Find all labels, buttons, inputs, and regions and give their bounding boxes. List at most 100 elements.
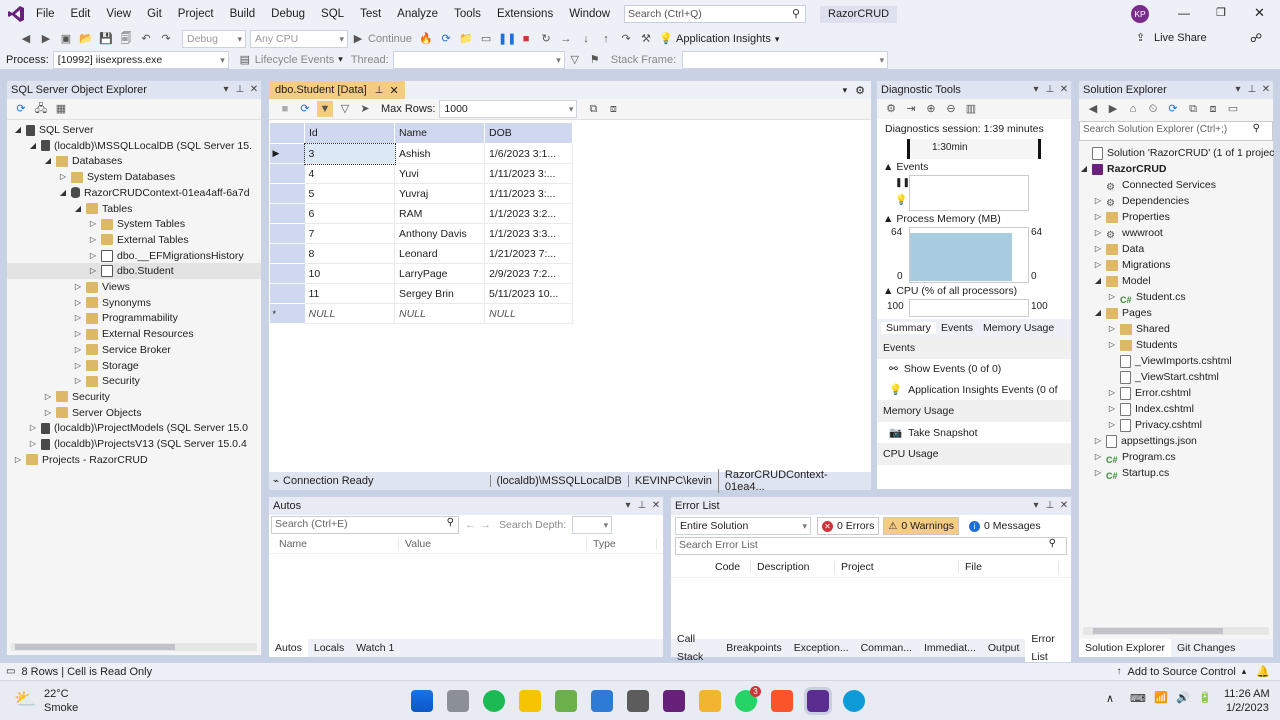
table-cell[interactable]: 5 bbox=[304, 183, 395, 204]
table-row[interactable]: 5 Yuvraj 1/11/2023 3:... bbox=[269, 183, 573, 204]
script-to-window-icon[interactable]: ⧈ bbox=[605, 101, 621, 117]
row-header[interactable] bbox=[269, 183, 305, 204]
tab-call-stack[interactable]: Call Stack bbox=[671, 630, 720, 666]
close-icon[interactable]: ✕ bbox=[1254, 5, 1265, 21]
hot-reload-icon[interactable]: 🔥 bbox=[418, 31, 434, 47]
expanded-arrow-icon[interactable]: ◢ bbox=[1079, 161, 1089, 177]
tree-node[interactable]: ▷ External Tables bbox=[88, 232, 189, 248]
expanded-arrow-icon[interactable]: ◢ bbox=[13, 122, 23, 138]
collapsed-arrow-icon[interactable]: ▷ bbox=[73, 279, 83, 295]
gear-icon[interactable]: ⚙ bbox=[855, 84, 865, 97]
zoom-in-icon[interactable]: ⊕ bbox=[923, 101, 939, 117]
tree-node[interactable]: ▷ dbo.__EFMigrationsHistory bbox=[88, 248, 244, 264]
tree-node[interactable]: ▷ dbo.Student bbox=[7, 263, 261, 280]
row-header[interactable]: * bbox=[269, 303, 305, 324]
tree-node[interactable]: ◢ RazorCRUD bbox=[1079, 161, 1167, 177]
menu-item-view[interactable]: View bbox=[98, 0, 139, 28]
tree-node[interactable]: ▷ (localdb)\ProjectModels (SQL Server 15.… bbox=[28, 420, 248, 436]
filter-icon[interactable]: ▦ bbox=[53, 101, 69, 117]
search-depth-dropdown[interactable] bbox=[572, 516, 613, 534]
collapsed-arrow-icon[interactable]: ▷ bbox=[1093, 449, 1103, 465]
tab-locals[interactable]: Locals bbox=[308, 639, 350, 657]
home-icon[interactable]: ⌂ bbox=[1125, 101, 1141, 117]
table-cell[interactable]: Sergey Brin bbox=[394, 283, 485, 304]
browser-icon[interactable]: ▭ bbox=[478, 31, 494, 47]
close-icon[interactable]: ✕ bbox=[1259, 81, 1273, 99]
collapsed-arrow-icon[interactable]: ▷ bbox=[1107, 401, 1117, 417]
pause-icon[interactable]: ❚❚ bbox=[498, 31, 516, 47]
visual-studio-active-icon[interactable] bbox=[804, 687, 832, 715]
column-header[interactable]: Id bbox=[304, 122, 395, 144]
zoom-out-icon[interactable]: ⊖ bbox=[943, 101, 959, 117]
row-header[interactable] bbox=[269, 203, 305, 224]
collapsed-arrow-icon[interactable]: ▷ bbox=[1107, 321, 1117, 337]
tree-node[interactable]: ▷ Security bbox=[43, 389, 110, 405]
edge-icon[interactable] bbox=[843, 690, 865, 712]
tree-node[interactable]: ▷ Projects - RazorCRUD bbox=[13, 452, 148, 468]
open-icon[interactable]: 📂 bbox=[78, 31, 94, 47]
tree-node[interactable]: ◢ Databases bbox=[43, 153, 122, 169]
collapsed-arrow-icon[interactable]: ▷ bbox=[1107, 417, 1117, 433]
collapsed-arrow-icon[interactable]: ▷ bbox=[43, 389, 53, 405]
continue-button[interactable]: Continue bbox=[368, 33, 412, 45]
tab-comman[interactable]: Comman... bbox=[855, 639, 918, 657]
collapsed-arrow-icon[interactable]: ▷ bbox=[1093, 241, 1103, 257]
chevron-down-icon[interactable]: ▾ bbox=[1029, 81, 1043, 99]
row-header[interactable] bbox=[269, 243, 305, 264]
filter-icon[interactable]: ▼ bbox=[317, 101, 333, 117]
tab-immediat[interactable]: Immediat... bbox=[918, 639, 982, 657]
expanded-arrow-icon[interactable]: ◢ bbox=[28, 138, 38, 154]
tree-node[interactable]: ▷ ⚙ wwwroot bbox=[1093, 225, 1163, 241]
new-project-icon[interactable]: ▣ bbox=[58, 31, 74, 47]
menu-item-window[interactable]: Window bbox=[561, 0, 618, 28]
tree-node[interactable]: ▷ Students bbox=[1107, 337, 1178, 353]
save-all-icon[interactable]: 🗐 bbox=[118, 31, 134, 47]
search-input[interactable]: Search (Ctrl+Q) bbox=[628, 8, 702, 20]
collapsed-arrow-icon[interactable]: ▷ bbox=[73, 358, 83, 374]
expanded-arrow-icon[interactable]: ◢ bbox=[73, 201, 83, 217]
redo-icon[interactable]: ↷ bbox=[158, 31, 174, 47]
step-out-icon[interactable]: ↑ bbox=[598, 31, 614, 47]
tree-node[interactable]: ▷ Service Broker bbox=[73, 342, 171, 358]
error-search-box[interactable]: Search Error List ⚲ bbox=[675, 537, 1067, 555]
flag-icon[interactable]: ⚑ bbox=[587, 52, 603, 68]
tab-solution-explorer[interactable]: Solution Explorer bbox=[1079, 639, 1171, 657]
column-header[interactable]: File bbox=[959, 561, 1059, 573]
menu-item-test[interactable]: Test bbox=[352, 0, 389, 28]
row-header[interactable] bbox=[269, 283, 305, 304]
live-share-button[interactable]: Live Share bbox=[1154, 32, 1207, 44]
script-to-file-icon[interactable]: ⧉ bbox=[585, 101, 601, 117]
chevron-down-icon[interactable]: ▾ bbox=[621, 497, 635, 515]
warnings-filter-button[interactable]: ⚠ 0 Warnings bbox=[883, 517, 960, 535]
vs-logo-icon[interactable] bbox=[4, 0, 28, 28]
refresh-icon[interactable]: ⟳ bbox=[438, 31, 454, 47]
show-events-link[interactable]: ⚯ Show Events (0 of 0) bbox=[877, 359, 1071, 379]
visual-studio-icon[interactable] bbox=[663, 690, 685, 712]
tree-node[interactable]: ▷ Security bbox=[73, 373, 140, 389]
sync-icon[interactable]: ⟳ bbox=[1165, 101, 1181, 117]
scope-dropdown[interactable]: Entire Solution bbox=[675, 517, 811, 535]
tree-node[interactable]: ▷ System Tables bbox=[88, 216, 185, 232]
table-cell[interactable]: 5/11/2023 10... bbox=[484, 283, 573, 304]
table-cell[interactable]: 2/9/2023 7:2... bbox=[484, 263, 573, 284]
pin-icon[interactable]: ⊥ bbox=[1043, 497, 1057, 515]
step-over-icon[interactable]: ↷ bbox=[618, 31, 634, 47]
tab-git-changes[interactable]: Git Changes bbox=[1171, 639, 1241, 657]
row-header[interactable] bbox=[269, 263, 305, 284]
column-header[interactable]: Value bbox=[399, 538, 587, 550]
collapsed-arrow-icon[interactable]: ▷ bbox=[73, 326, 83, 342]
collapsed-arrow-icon[interactable]: ▷ bbox=[28, 420, 38, 436]
back-icon[interactable]: ← bbox=[465, 519, 476, 531]
tools-app-icon[interactable] bbox=[555, 690, 577, 712]
pin-icon[interactable]: ⊥ bbox=[233, 81, 247, 99]
tree-node[interactable]: ▷ Privacy.cshtml bbox=[1107, 417, 1202, 433]
errors-filter-button[interactable]: ✕ 0 Errors bbox=[817, 517, 880, 535]
grid-corner[interactable] bbox=[269, 122, 305, 144]
chevron-down-icon[interactable]: ▾ bbox=[1029, 497, 1043, 515]
history-icon[interactable]: ⏲ bbox=[1145, 101, 1161, 117]
menu-item-sql[interactable]: SQL bbox=[313, 0, 352, 28]
tab-watch-1[interactable]: Watch 1 bbox=[350, 639, 400, 657]
back-icon[interactable]: ◀ bbox=[1085, 101, 1101, 117]
expanded-arrow-icon[interactable]: ◢ bbox=[1093, 305, 1103, 321]
volume-icon[interactable]: 🔊 bbox=[1176, 691, 1190, 704]
